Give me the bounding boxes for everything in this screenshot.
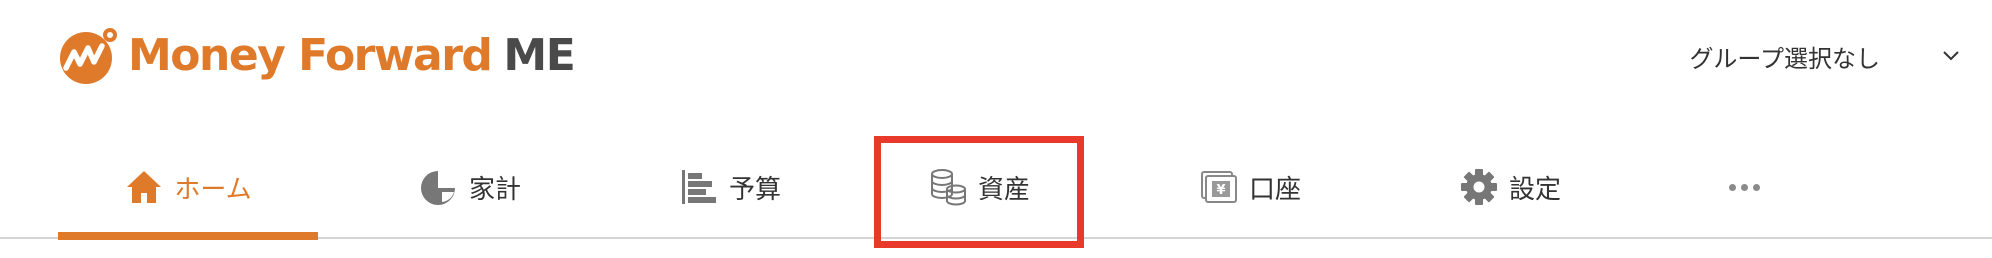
- nav-item-home[interactable]: ホーム: [58, 136, 318, 238]
- nav-item-assets[interactable]: 資産: [884, 136, 1074, 238]
- nav-label-budget: 予算: [728, 174, 781, 205]
- nav-active-indicator: [58, 232, 318, 240]
- nav-label-assets: 資産: [977, 174, 1030, 205]
- brand-wordmark: Money Forward ME: [128, 24, 576, 88]
- pie-chart-icon: [420, 170, 456, 205]
- nav-label-settings: 設定: [1508, 174, 1561, 205]
- brand-name: Money Forward: [128, 30, 493, 81]
- gear-icon: [1460, 169, 1497, 205]
- brand-suffix: ME: [503, 30, 575, 81]
- nav-item-household[interactable]: 家計: [370, 136, 570, 238]
- coins-stack-icon: [930, 169, 966, 206]
- home-icon: [127, 171, 162, 203]
- main-nav: ホーム 家計 予算 資産 ¥ 口座 設定: [0, 136, 1992, 240]
- nav-label-home: ホーム: [174, 174, 252, 205]
- nav-item-settings[interactable]: 設定: [1410, 136, 1610, 238]
- nav-more-button[interactable]: [1694, 136, 1794, 238]
- brand-logo[interactable]: Money Forward ME: [56, 24, 576, 88]
- group-select-label: グループ選択なし: [1689, 44, 1880, 73]
- nav-item-accounts[interactable]: ¥ 口座: [1150, 136, 1350, 238]
- nav-label-accounts: 口座: [1248, 174, 1301, 205]
- group-select-dropdown[interactable]: グループ選択なし: [1689, 36, 1962, 76]
- chevron-down-icon: [1943, 51, 1959, 61]
- budget-bars-icon: [681, 170, 716, 204]
- nav-item-budget[interactable]: 予算: [630, 136, 830, 238]
- bank-card-icon: ¥: [1200, 171, 1237, 203]
- nav-label-household: 家計: [468, 174, 521, 205]
- money-forward-logo-icon: [60, 28, 117, 84]
- svg-text:¥: ¥: [1216, 183, 1225, 198]
- more-horizontal-icon: [1728, 183, 1760, 191]
